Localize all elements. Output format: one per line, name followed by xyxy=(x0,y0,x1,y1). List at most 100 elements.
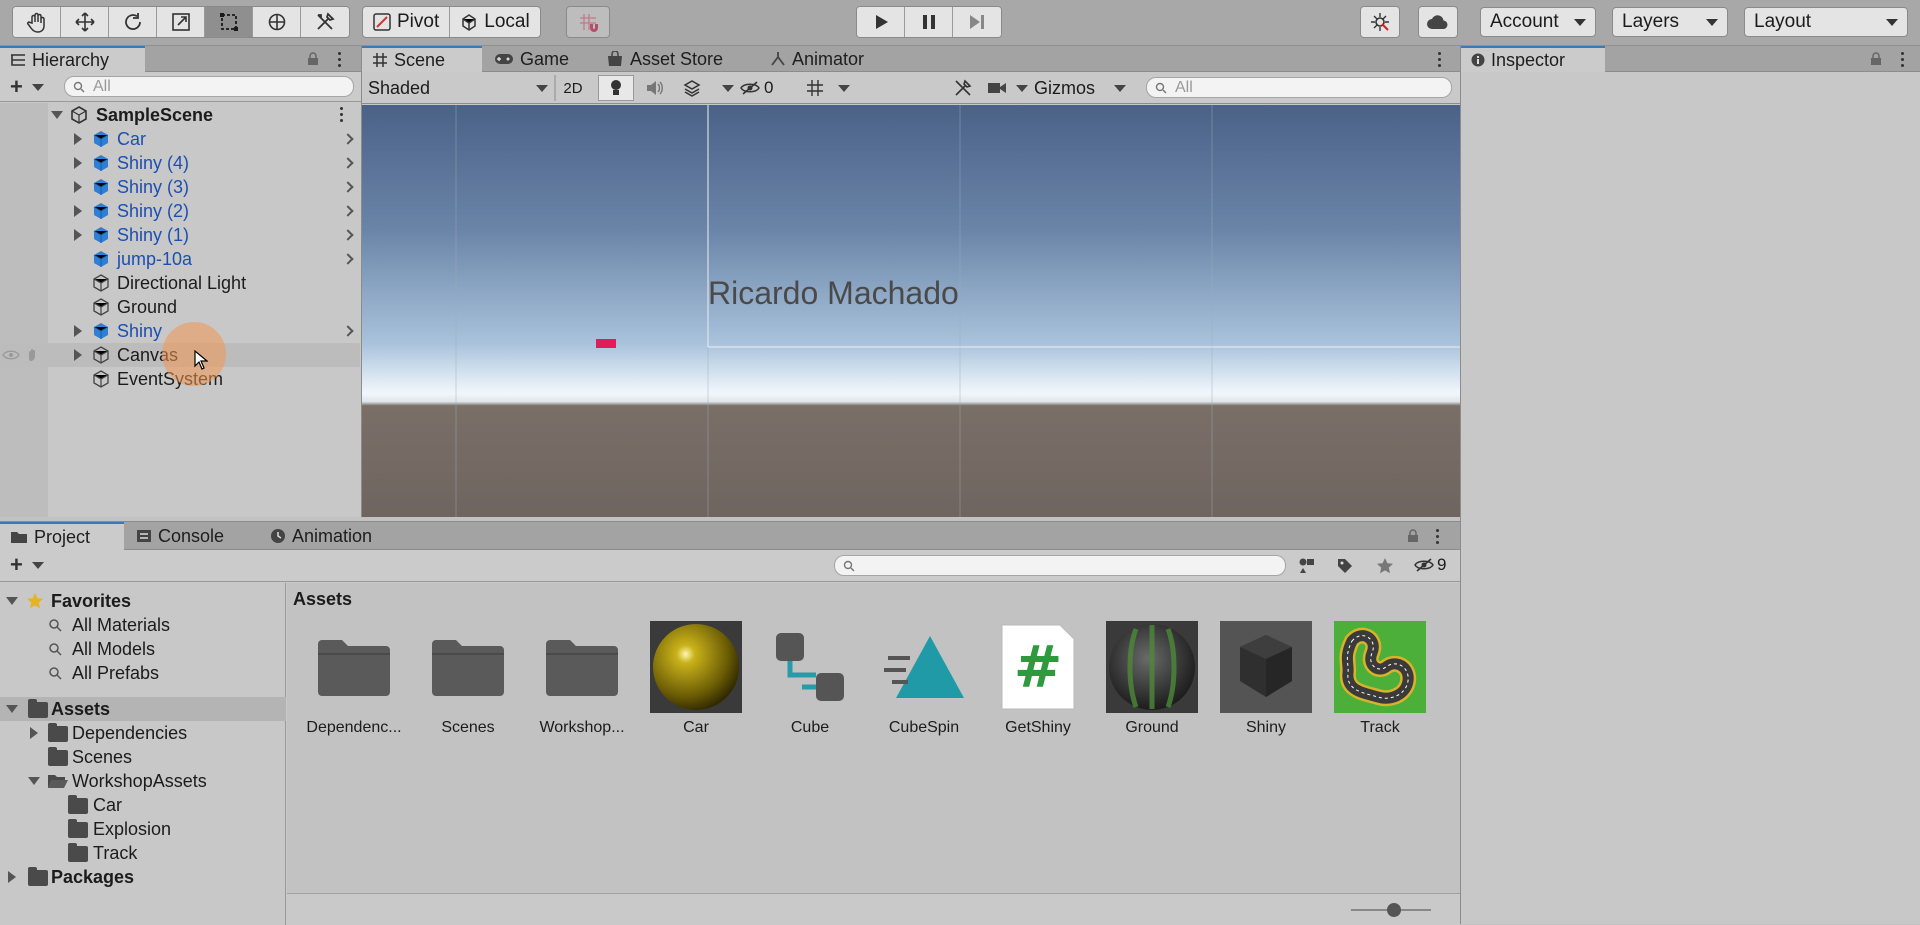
chevron-down-icon[interactable] xyxy=(1016,85,1028,92)
tree-item-scenes[interactable]: Scenes xyxy=(0,745,286,769)
chevron-right-icon[interactable] xyxy=(342,133,354,145)
hierarchy-item[interactable]: jump-10a xyxy=(0,247,360,271)
scene-menu-icon[interactable] xyxy=(340,107,344,125)
chevron-down-icon[interactable] xyxy=(1114,85,1126,92)
scene-search-input[interactable]: All xyxy=(1146,77,1452,98)
expand-arrow-icon[interactable] xyxy=(74,229,82,241)
chevron-right-icon[interactable] xyxy=(342,181,354,193)
pickable-hand-icon[interactable] xyxy=(26,348,40,362)
favorite-item[interactable]: All Materials xyxy=(0,613,286,637)
search-by-type-icon[interactable] xyxy=(1298,557,1316,575)
expand-arrow-icon[interactable] xyxy=(74,133,82,145)
chevron-right-icon[interactable] xyxy=(342,205,354,217)
favorite-star-icon[interactable] xyxy=(1376,557,1394,575)
hierarchy-search-input[interactable]: All xyxy=(64,76,354,97)
layers-dropdown[interactable]: Layers xyxy=(1612,7,1728,37)
expand-arrow-icon[interactable] xyxy=(28,777,40,785)
tree-item-explosion[interactable]: Explosion xyxy=(0,817,286,841)
asset-item[interactable]: Ground xyxy=(1097,621,1207,737)
pause-button[interactable] xyxy=(905,7,953,37)
chevron-down-icon[interactable] xyxy=(32,562,44,569)
hierarchy-item[interactable]: Shiny (1) xyxy=(0,223,360,247)
hierarchy-menu-icon[interactable] xyxy=(338,52,342,70)
tab-animator[interactable]: Animator xyxy=(760,46,874,72)
lock-icon[interactable] xyxy=(1869,52,1883,66)
asset-item[interactable]: Dependenc... xyxy=(299,621,409,737)
play-button[interactable] xyxy=(857,7,905,37)
scene-tools-button[interactable] xyxy=(948,75,978,101)
gizmos-button[interactable]: Gizmos xyxy=(1034,76,1095,100)
effects-toggle[interactable] xyxy=(674,75,710,101)
account-dropdown[interactable]: Account xyxy=(1480,7,1596,37)
asset-item[interactable]: Cube xyxy=(755,621,865,737)
asset-item[interactable]: Shiny xyxy=(1211,621,1321,737)
pivot-toggle[interactable]: Pivot xyxy=(363,7,451,37)
chevron-down-icon[interactable] xyxy=(838,85,850,92)
tab-console[interactable]: Console xyxy=(126,522,234,550)
shading-mode-dropdown[interactable]: Shaded xyxy=(368,76,548,100)
assets-row[interactable]: Assets xyxy=(0,697,286,721)
rotate-tool-icon[interactable] xyxy=(109,7,157,37)
hierarchy-item[interactable]: Ground xyxy=(0,295,360,319)
local-toggle[interactable]: Local xyxy=(450,7,539,37)
favorites-row[interactable]: Favorites xyxy=(0,589,286,613)
zoom-slider-handle[interactable] xyxy=(1387,903,1401,917)
grid-toggle[interactable] xyxy=(798,75,832,101)
hidden-packages-toggle[interactable]: 9 xyxy=(1414,555,1446,575)
expand-arrow-icon[interactable] xyxy=(30,727,38,739)
hidden-objects-toggle[interactable]: 0 xyxy=(740,76,792,100)
asset-item[interactable]: Scenes xyxy=(413,621,523,737)
move-tool-icon[interactable] xyxy=(61,7,109,37)
tab-asset-store[interactable]: Asset Store xyxy=(596,46,733,72)
tab-hierarchy[interactable]: Hierarchy xyxy=(0,46,145,72)
tab-inspector[interactable]: Inspector xyxy=(1461,46,1605,72)
inspector-menu-icon[interactable] xyxy=(1901,52,1905,70)
packages-row[interactable]: Packages xyxy=(0,865,286,889)
lock-icon[interactable] xyxy=(1406,529,1420,543)
camera-button[interactable] xyxy=(982,75,1012,101)
hierarchy-item[interactable]: Shiny (4) xyxy=(0,151,360,175)
breadcrumb[interactable]: Assets xyxy=(293,589,352,610)
custom-tools-icon[interactable] xyxy=(301,7,349,37)
expand-arrow-icon[interactable] xyxy=(74,205,82,217)
chevron-down-icon[interactable] xyxy=(32,84,44,91)
snap-settings-button[interactable] xyxy=(566,6,610,38)
tree-item-car[interactable]: Car xyxy=(0,793,286,817)
project-menu-icon[interactable] xyxy=(1436,529,1440,547)
scene-row[interactable]: SampleScene xyxy=(0,103,360,127)
lock-icon[interactable] xyxy=(306,52,320,66)
chevron-right-icon[interactable] xyxy=(342,157,354,169)
hierarchy-item[interactable]: Car xyxy=(0,127,360,151)
expand-arrow-icon[interactable] xyxy=(8,871,16,883)
expand-arrow-icon[interactable] xyxy=(74,157,82,169)
expand-arrow-icon[interactable] xyxy=(51,111,63,119)
chevron-right-icon[interactable] xyxy=(342,325,354,337)
visibility-eye-icon[interactable] xyxy=(2,349,20,361)
tab-project[interactable]: Project xyxy=(0,522,124,550)
hierarchy-item[interactable]: Shiny (3) xyxy=(0,175,360,199)
asset-item[interactable]: # GetShiny xyxy=(983,621,1093,737)
lighting-toggle[interactable] xyxy=(598,75,634,101)
transform-tool-icon[interactable] xyxy=(253,7,301,37)
hierarchy-item[interactable]: Shiny (2) xyxy=(0,199,360,223)
expand-arrow-icon[interactable] xyxy=(74,349,82,361)
chevron-down-icon[interactable] xyxy=(722,85,734,92)
scene-panel-menu-icon[interactable] xyxy=(1438,52,1442,70)
hand-tool-icon[interactable] xyxy=(13,7,61,37)
project-search-input[interactable] xyxy=(834,555,1286,576)
asset-item[interactable]: CubeSpin xyxy=(869,621,979,737)
cloud-button[interactable] xyxy=(1418,6,1458,38)
step-button[interactable] xyxy=(953,7,1001,37)
layout-dropdown[interactable]: Layout xyxy=(1744,7,1908,37)
label-tag-icon[interactable] xyxy=(1336,557,1354,575)
collab-button[interactable] xyxy=(1360,6,1400,38)
tab-scene[interactable]: Scene xyxy=(362,46,482,72)
audio-toggle[interactable] xyxy=(636,75,672,101)
tree-item-track[interactable]: Track xyxy=(0,841,286,865)
favorite-item[interactable]: All Models xyxy=(0,637,286,661)
asset-item[interactable]: Car xyxy=(641,621,751,737)
tree-item-dependencies[interactable]: Dependencies xyxy=(0,721,286,745)
add-icon[interactable]: + xyxy=(10,76,23,98)
favorite-item[interactable]: All Prefabs xyxy=(0,661,286,685)
chevron-right-icon[interactable] xyxy=(342,253,354,265)
